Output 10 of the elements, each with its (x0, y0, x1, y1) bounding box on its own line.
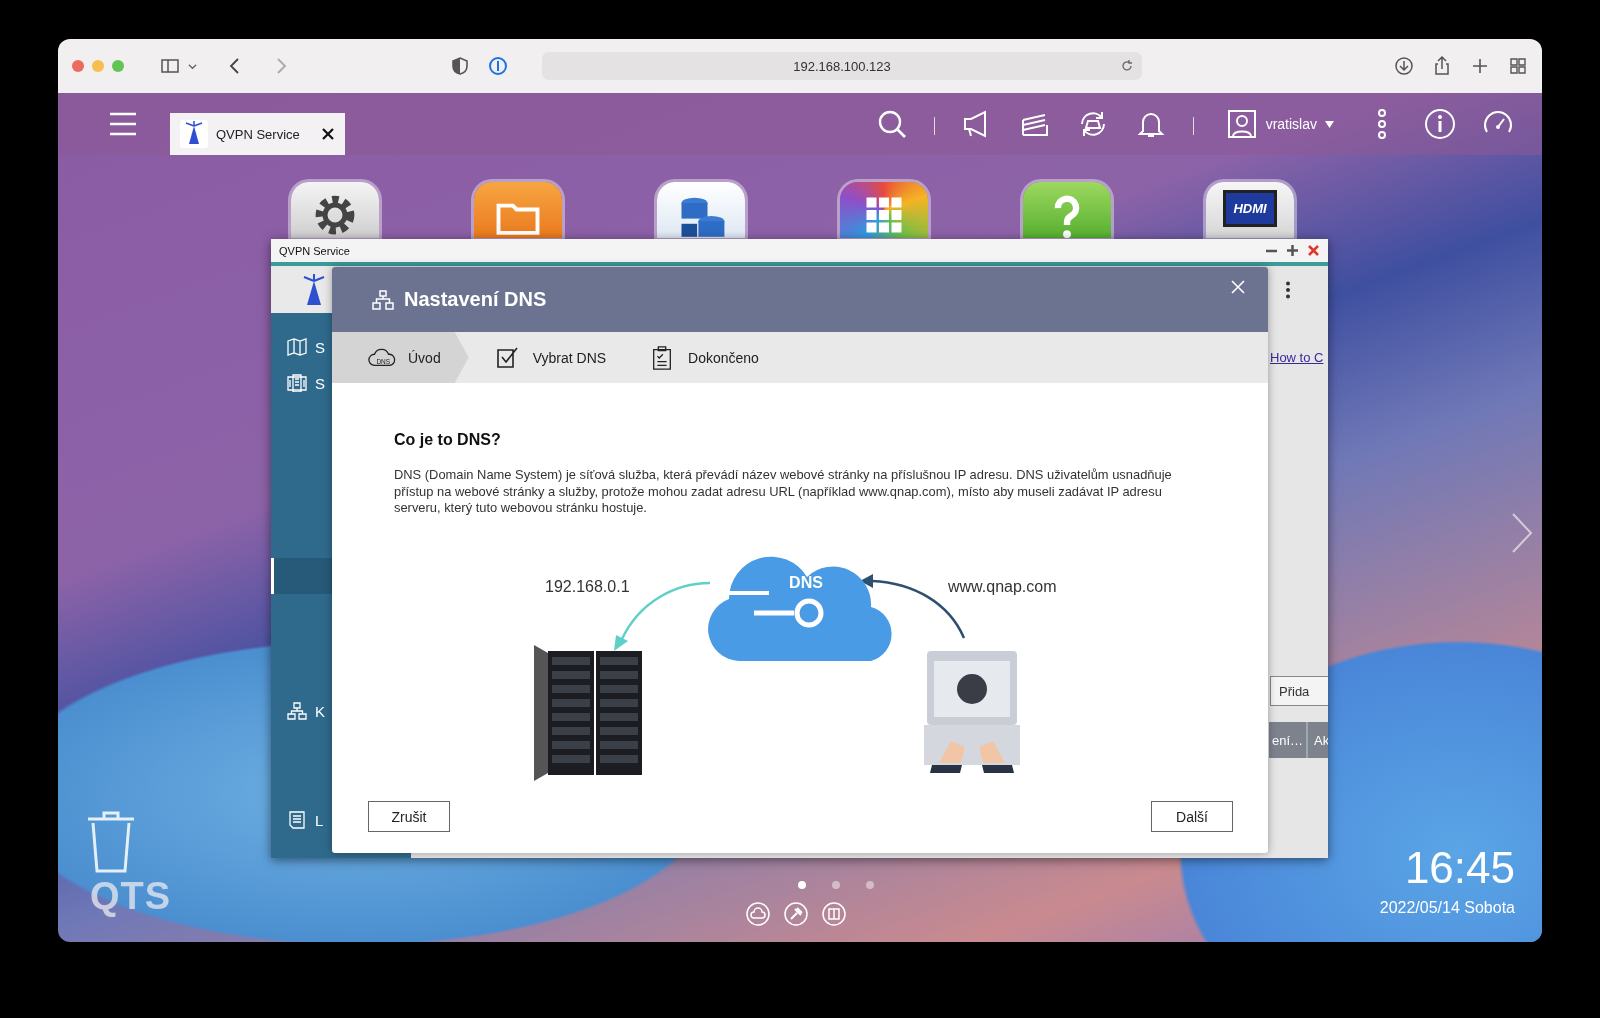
cloud-label: DNS (789, 573, 823, 591)
clock-date: 2022/05/14 Sobota (1379, 899, 1515, 917)
ip-address-label: 192.168.0.1 (545, 577, 630, 595)
description-text: DNS (Domain Name System) je síťová služba, která převádí název webové stránky na příslušnou IP adresu. DNS uživatelům usnadňuje přístup na webové stránky a služby, protože mohou zadat adresu URL (například www.qnap.com), místo aby museli zadávat IP adresu serveru, který tuto webovou stránku hostuje. (394, 467, 1173, 517)
section-heading: Co je to DNS? (394, 431, 502, 449)
logo: QTS (90, 875, 172, 918)
dialog-title: Nastavení DNS (404, 288, 547, 311)
clock-time: 16:45 (1404, 843, 1515, 893)
window-title: QVPN Service (279, 244, 350, 257)
domain-label: www.qnap.com (948, 577, 1057, 595)
